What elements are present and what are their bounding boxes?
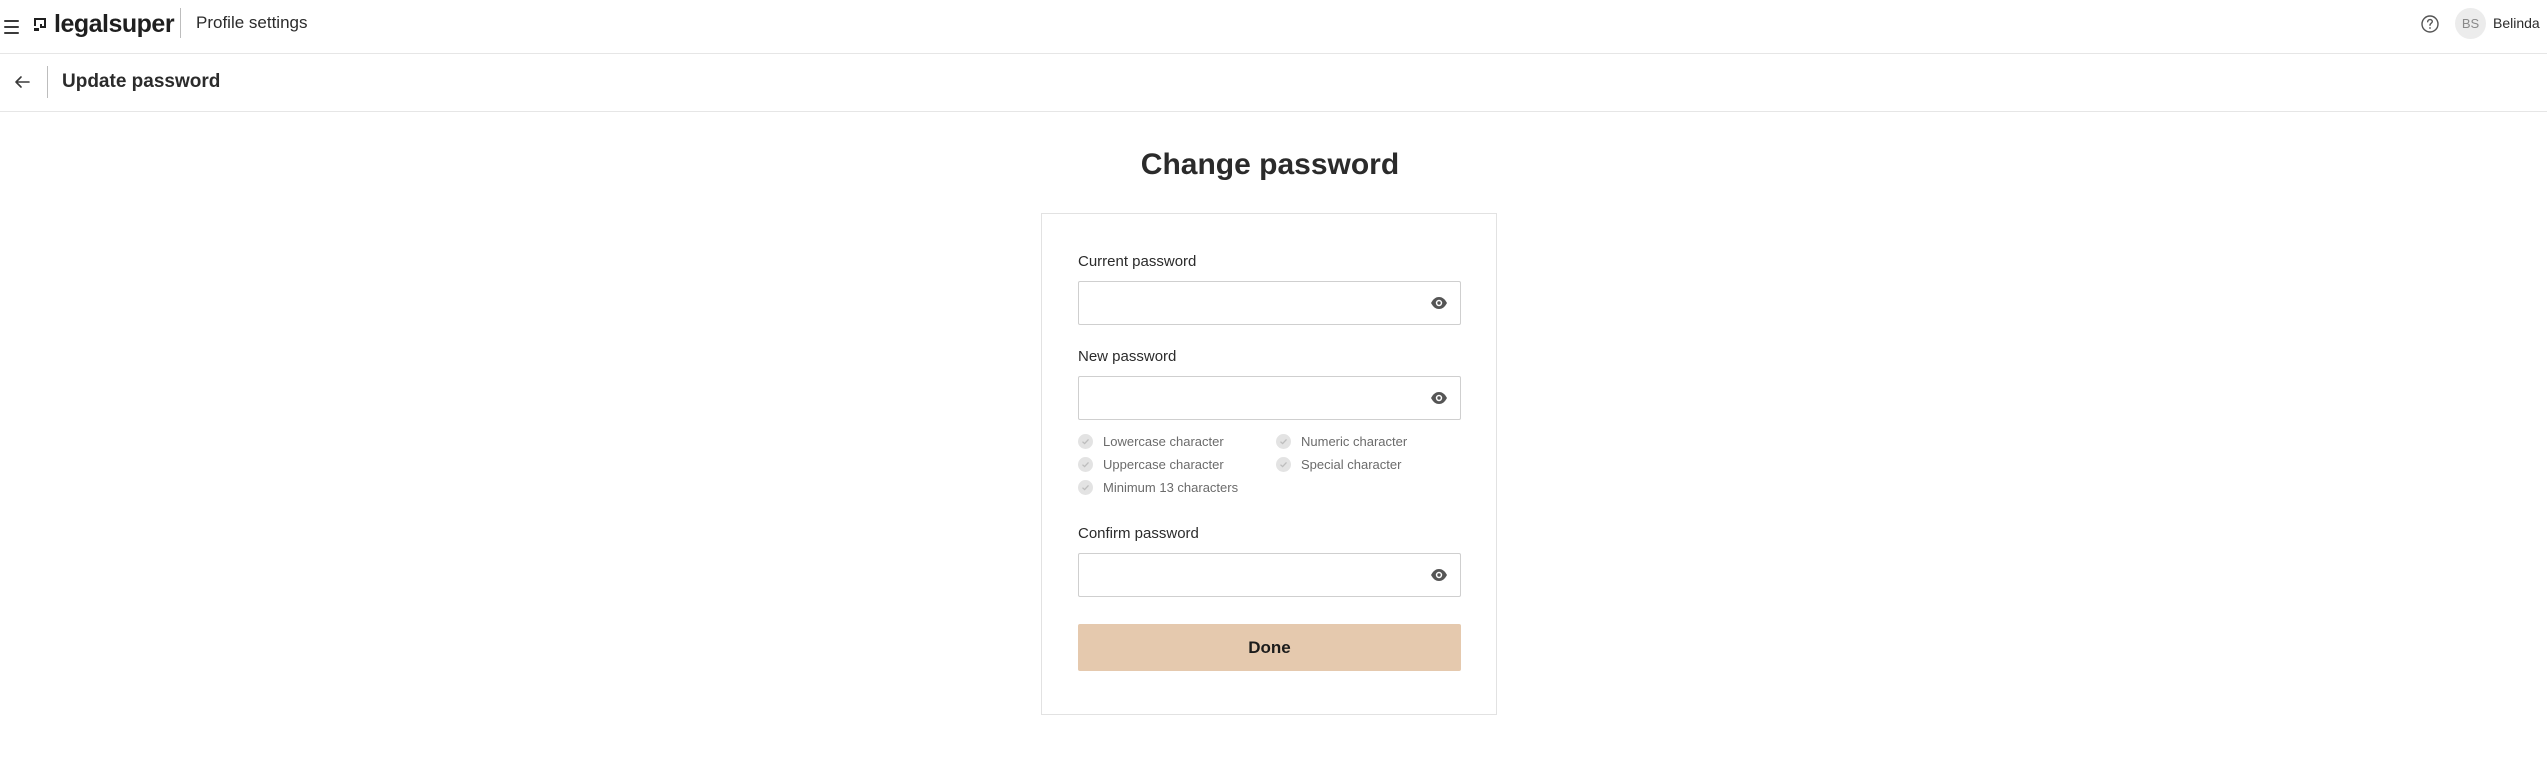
form-heading: Change password — [1140, 148, 1400, 181]
avatar[interactable]: BS — [2455, 8, 2486, 39]
change-password-card: Current password New password Lowercase … — [1041, 213, 1497, 715]
requirement-label: Special character — [1301, 457, 1402, 472]
page-title: Update password — [62, 71, 221, 92]
current-password-label: Current password — [1078, 253, 1197, 270]
help-icon[interactable] — [2420, 14, 2440, 34]
show-password-eye-icon[interactable] — [1430, 568, 1448, 582]
hamburger-menu-icon[interactable] — [0, 12, 22, 42]
user-name[interactable]: Belinda — [2493, 15, 2540, 31]
back-arrow-icon[interactable] — [10, 70, 34, 94]
requirement-uppercase: Uppercase character — [1078, 457, 1224, 472]
requirement-special: Special character — [1276, 457, 1401, 472]
requirement-lowercase: Lowercase character — [1078, 434, 1224, 449]
page-section-title: Profile settings — [196, 13, 308, 32]
requirement-label: Lowercase character — [1103, 434, 1224, 449]
requirement-label: Numeric character — [1301, 434, 1408, 449]
requirement-check-icon — [1078, 480, 1093, 495]
confirm-password-label: Confirm password — [1078, 525, 1199, 542]
requirement-label: Minimum 13 characters — [1103, 480, 1239, 495]
requirement-check-icon — [1276, 457, 1291, 472]
show-password-eye-icon[interactable] — [1430, 296, 1448, 310]
requirement-label: Uppercase character — [1103, 457, 1224, 472]
sub-header: Update password — [0, 54, 2547, 112]
brand-logo[interactable]: legalsuper — [32, 9, 175, 38]
new-password-input[interactable] — [1079, 377, 1419, 419]
top-header: legalsuper Profile settings BS Belinda — [0, 0, 2547, 54]
requirement-check-icon — [1078, 457, 1093, 472]
current-password-input[interactable] — [1079, 282, 1419, 324]
header-divider — [180, 8, 181, 38]
requirement-minimum-length: Minimum 13 characters — [1078, 480, 1238, 495]
logo-mark-icon — [34, 18, 46, 31]
confirm-password-field — [1078, 553, 1461, 597]
requirement-numeric: Numeric character — [1276, 434, 1407, 449]
done-button[interactable]: Done — [1078, 624, 1461, 671]
requirement-check-icon — [1276, 434, 1291, 449]
brand-name: legalsuper — [54, 9, 175, 38]
show-password-eye-icon[interactable] — [1430, 391, 1448, 405]
confirm-password-input[interactable] — [1079, 554, 1419, 596]
requirement-check-icon — [1078, 434, 1093, 449]
current-password-field — [1078, 281, 1461, 325]
new-password-field — [1078, 376, 1461, 420]
new-password-label: New password — [1078, 348, 1177, 365]
subheader-divider — [47, 66, 48, 98]
